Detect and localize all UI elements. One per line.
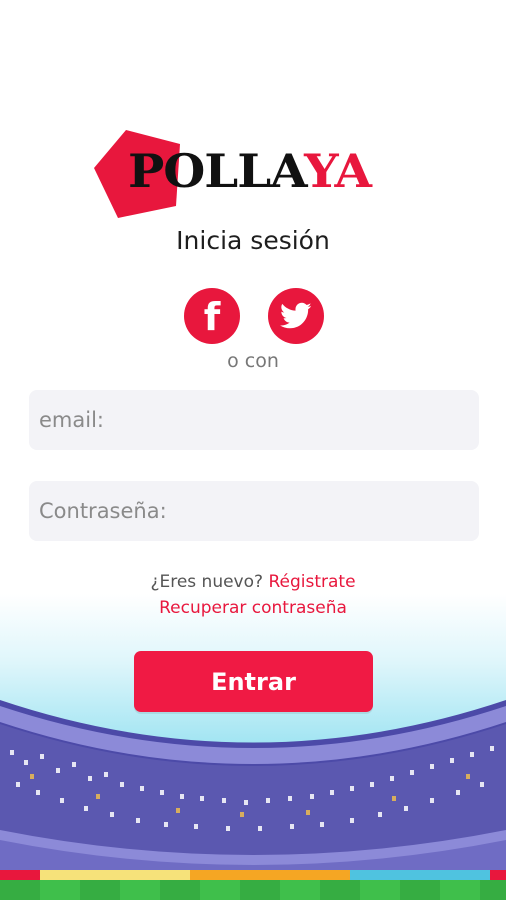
page-title: Inicia sesión (176, 226, 330, 255)
stadium-illustration (0, 700, 506, 900)
facebook-login-button[interactable]: f (184, 288, 240, 344)
recover-password-link[interactable]: Recuperar contraseña (0, 598, 506, 618)
logo-text-ya: YA (304, 144, 372, 198)
social-login: f (0, 288, 506, 344)
email-input[interactable] (29, 390, 479, 450)
facebook-icon: f (203, 295, 221, 339)
twitter-icon (280, 302, 312, 329)
register-link[interactable]: Régistrate (268, 572, 355, 592)
alt-login-text: o con (227, 350, 279, 372)
logo-text-polla: POLLA (128, 144, 305, 198)
password-input[interactable] (29, 481, 479, 541)
logo: POLLAYA (128, 148, 372, 194)
new-user-prompt: ¿Eres nuevo? (150, 572, 264, 592)
login-screen: POLLAYA Inicia sesión f o con ¿Eres nuev… (0, 0, 506, 900)
new-user-line: ¿Eres nuevo? Régistrate (0, 572, 506, 592)
twitter-login-button[interactable] (268, 288, 324, 344)
login-submit-button[interactable]: Entrar (134, 651, 373, 712)
